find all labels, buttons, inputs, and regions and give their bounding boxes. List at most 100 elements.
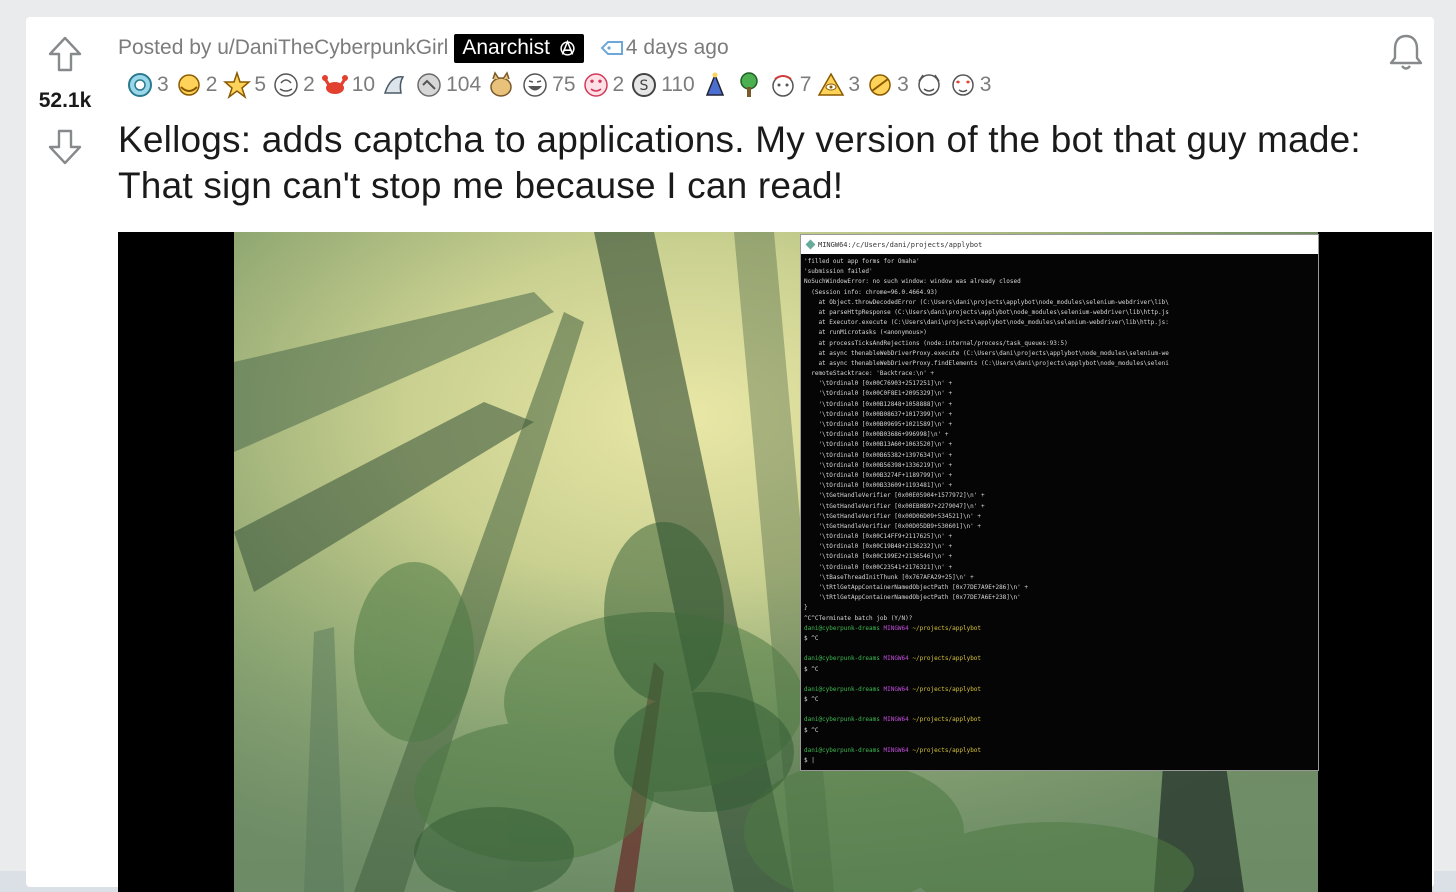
award-count: 2 <box>612 73 625 96</box>
terminal-line: '\tOrdinal0 [0x00B13A60+1063520]\n' + <box>804 441 953 449</box>
award-item[interactable]: 3 <box>126 71 169 99</box>
terminal-line: '\tOrdinal0 [0x00C14FF9+2117625]\n' + <box>804 533 953 541</box>
terminal-line: at processTicksAndRejections (node:inter… <box>804 339 1068 347</box>
terminal-line: '\tRtlGetAppContainerNamedObjectPath [0x… <box>804 584 1028 591</box>
award-item[interactable]: 75 <box>521 71 576 99</box>
prompt-path: ~/projects/applybot <box>912 685 982 693</box>
illuminati-award-icon <box>817 71 845 99</box>
terminal-line: '\tOrdinal0 [0x00B03686+996998]\n' + <box>804 431 949 439</box>
notification-bell-button[interactable] <box>1386 32 1426 72</box>
author-link[interactable]: u/DaniTheCyberpunkGirl <box>217 36 448 60</box>
terminal-line: '\tOrdinal0 [0x00C199E2+2136546]\n' + <box>804 553 953 561</box>
award-count: 3 <box>897 73 909 96</box>
terminal-line: '\tGetHandleVerifier [0x00D05DB9+530601]… <box>804 522 982 530</box>
terminal-line: '\tGetHandleVerifier [0x00E05904+1577972… <box>804 492 985 500</box>
award-item[interactable] <box>701 71 729 99</box>
award-count: 3 <box>157 73 169 96</box>
tag-icon <box>600 39 624 57</box>
user-flair: Anarchist <box>454 33 584 63</box>
facepalm-award-icon <box>769 71 797 99</box>
terminal-line: at Object.throwDecodedError (C:\Users\da… <box>804 298 1169 306</box>
award-item[interactable]: 7 <box>769 71 812 99</box>
starstruck-award-icon <box>223 71 252 99</box>
terminal-line: '\tOrdinal0 [0x00C23541+2176321]\n' + <box>804 563 953 571</box>
prompt-user-host: dani@cyberpunk-dreams <box>804 685 884 693</box>
award-count: 75 <box>552 73 576 96</box>
terminal-line: NoSuchWindowError: no such window: windo… <box>804 278 1021 286</box>
downvote-button[interactable] <box>45 127 85 167</box>
terminal-line: 'submission failed' <box>804 268 873 276</box>
terminal-line: $ ^C <box>804 665 819 673</box>
terminal-title: MINGW64:/c/Users/dani/projects/applybot <box>818 240 983 249</box>
posted-by-label: Posted by <box>118 36 212 59</box>
award-count: 104 <box>446 73 482 96</box>
award-count: 3 <box>979 73 992 96</box>
laughing-award-icon <box>521 71 549 99</box>
terminal-line: $ ^C <box>804 726 819 734</box>
award-item[interactable]: 104 <box>415 71 481 99</box>
prompt-path: ~/projects/applybot <box>912 716 982 724</box>
crab-rave-award-icon <box>321 71 349 99</box>
prompt-shell: MINGW64 <box>883 716 913 724</box>
prompt-path: ~/projects/applybot <box>912 655 982 663</box>
award-item[interactable]: 3 <box>817 71 860 99</box>
terminal-titlebar[interactable]: MINGW64:/c/Users/dani/projects/applybot <box>801 235 1318 254</box>
terminal-line: ^C^CTerminate batch job (Y/N)? <box>804 614 913 622</box>
terminal-line: at async thenableWebDriverProxy.execute … <box>804 349 1169 357</box>
award-count: 3 <box>848 73 861 96</box>
flair-label: Anarchist <box>462 36 550 59</box>
award-item[interactable]: S 110 <box>630 71 695 99</box>
terminal-line: '\tGetHandleVerifier [0x00EB0B97+2279047… <box>804 502 985 510</box>
terminal-line: '\tOrdinal0 [0x00B12848+1058888]\n' + <box>804 400 953 408</box>
award-item[interactable] <box>735 71 763 99</box>
bell-icon <box>1389 34 1423 70</box>
award-item[interactable] <box>381 71 409 99</box>
upvote-button[interactable] <box>45 34 85 74</box>
award-item[interactable] <box>915 71 943 99</box>
terminal-line: '\tOrdinal0 [0x00C76903+2517251]\n' + <box>804 380 953 388</box>
post-card[interactable]: 52.1k Posted by u/DaniTheCyberpunkGirl A… <box>26 17 1434 892</box>
post-time[interactable]: 4 days ago <box>626 36 729 60</box>
post-title[interactable]: Kellogs: adds captcha to applications. M… <box>118 117 1428 209</box>
post-media[interactable]: MINGW64:/c/Users/dani/projects/applybot … <box>118 232 1432 892</box>
terminal-line: dani@cyberpunk-dreams MINGW64 ~/projects… <box>804 624 1315 634</box>
award-item[interactable]: 2 <box>582 71 625 99</box>
terminal-line: dani@cyberpunk-dreams MINGW64 ~/projects… <box>804 685 1315 695</box>
award-item[interactable]: 5 <box>223 71 266 99</box>
terminal-line: at runMicrotasks (<anonymous>) <box>804 329 927 337</box>
terminal-line: '\tOrdinal0 [0x00C19B48+2136232]\n' + <box>804 543 953 551</box>
terminal-line: $ | <box>804 757 815 765</box>
award-count: 110 <box>661 73 695 96</box>
award-count: 7 <box>799 73 812 96</box>
heart-eyes-award-icon <box>582 71 610 99</box>
award-count: 2 <box>303 73 315 96</box>
terminal-line: 'filled out app forms for Omaha' <box>804 258 920 265</box>
terminal-line: '\tOrdinal0 [0x00C0F8E1+2095329]\n' + <box>804 390 953 398</box>
award-item[interactable]: 2 <box>272 71 315 99</box>
prompt-user-host: dani@cyberpunk-dreams <box>804 655 884 663</box>
terminal-line: at parseHttpResponse (C:\Users\dani\proj… <box>804 308 1169 316</box>
award-item[interactable]: 2 <box>175 71 217 99</box>
wholesome-award-icon <box>126 71 154 99</box>
terminal-window[interactable]: MINGW64:/c/Users/dani/projects/applybot … <box>800 234 1319 771</box>
terminal-line: '\tOrdinal0 [0x00B08637+1017399]\n' + <box>804 410 953 418</box>
award-count: 10 <box>351 73 376 96</box>
helpful-award-icon: S <box>630 71 658 99</box>
award-item[interactable] <box>487 71 515 99</box>
terminal-line: '\tOrdinal0 [0x00B65382+1397634]\n' + <box>804 451 953 459</box>
award-item[interactable]: 10 <box>321 71 375 99</box>
terminal-line: '\tGetHandleVerifier [0x00D06D09+534521]… <box>804 512 982 520</box>
post-meta: Posted by u/DaniTheCyberpunkGirl Anarchi… <box>118 33 729 63</box>
award-item[interactable]: 3 <box>949 71 992 99</box>
downvote-arrow-icon <box>48 129 82 165</box>
anarchy-icon <box>560 39 575 56</box>
award-item[interactable]: 3 <box>866 71 909 99</box>
terminal-line: dani@cyberpunk-dreams MINGW64 ~/projects… <box>804 746 1315 756</box>
prompt-path: ~/projects/applybot <box>912 624 982 632</box>
awards-row[interactable]: 3 2 5 2 10 104 75 2 S 110 7 3 3 3 <box>126 69 997 101</box>
prompt-user-host: dani@cyberpunk-dreams <box>804 624 884 632</box>
terminal-app-icon <box>805 239 816 250</box>
